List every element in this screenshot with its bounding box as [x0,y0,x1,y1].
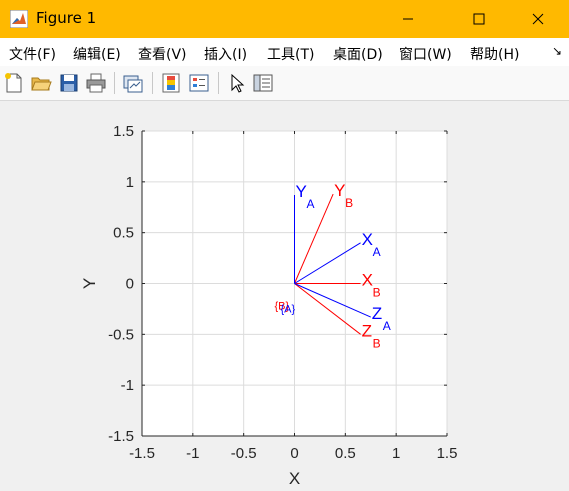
frame-A-X-label: X [362,230,373,249]
frame-B-X-subscript: B [373,286,381,300]
x-tick-label: -1 [186,445,199,462]
x-tick-label: 0.5 [335,445,356,462]
plot-axes[interactable]: -1.5 -1 -0.5 0 0.5 1 1.51.510.50-0.5-1-1.5XY XB… [0,0,569,491]
frame-A-Y-subscript: A [307,197,315,211]
y-tick-label: 1.5 [113,123,134,140]
y-tick-label: 0 [126,276,134,293]
x-tick-label: 0 [290,445,298,462]
frame-A-Y-label: Y [296,182,307,201]
y-axis-label: Y [80,278,99,289]
frame-B-X-label: X [362,271,373,290]
frame-B-Z-label: Z [362,321,372,340]
frame-A-X-subscript: A [373,245,381,259]
x-tick-label: -1.5 [129,445,155,462]
frame-B-Y-label: Y [334,181,345,200]
frame-A-origin-label: {A} [281,304,296,316]
x-tick-label: -0.5 [231,445,257,462]
x-tick-label: 1 [392,445,400,462]
y-tick-label: -0.5 [108,326,134,343]
frame-A-Z-label: Z [372,304,382,323]
y-tick-label: 0.5 [113,225,134,242]
y-tick-label: -1 [121,377,134,394]
x-tick-label: 1.5 [437,445,458,462]
y-tick-label: -1.5 [108,428,134,445]
x-axis-label: X [289,469,300,488]
frame-A-Z-subscript: A [383,319,391,333]
y-tick-label: 1 [126,174,134,191]
frame-B-Y-subscript: B [345,196,353,210]
frame-B-Z-subscript: B [373,336,381,350]
